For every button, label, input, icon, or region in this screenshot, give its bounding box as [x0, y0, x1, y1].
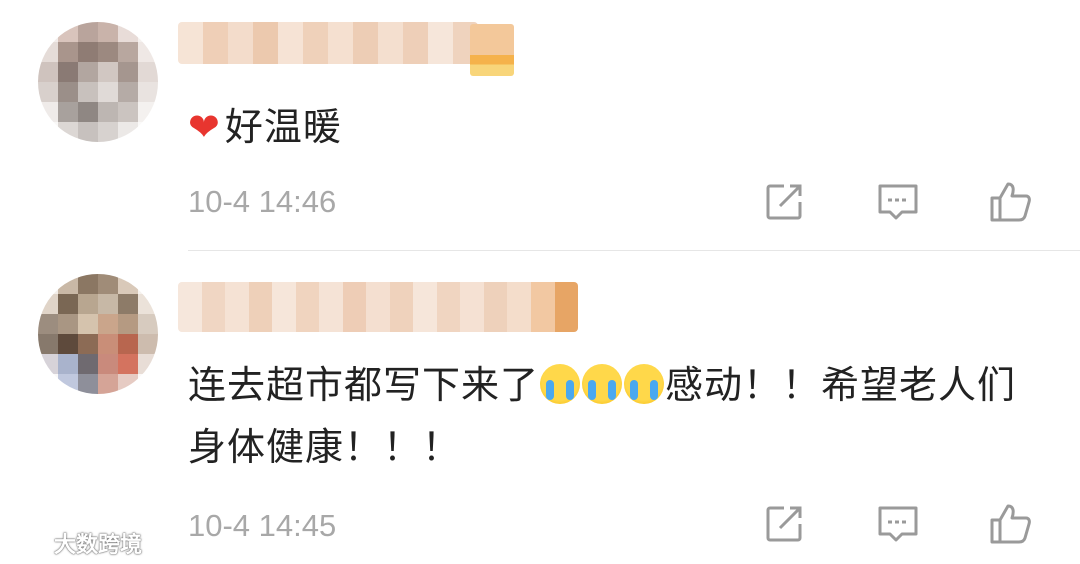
comment-item: ❤ 好温暖 10-4 14:46: [0, 0, 1080, 251]
comment-text: ❤ 好温暖: [188, 96, 342, 158]
watermark-text: 大数跨境: [54, 533, 143, 558]
level-badge-icon: [470, 24, 514, 76]
comment-timestamp: 10-4 14:45: [188, 508, 337, 543]
comment-item: 连去超市都写下来了 感动！！希望老人们身体健康！！！ 10-4 14:45: [0, 252, 1080, 564]
crying-emoji-icon: [540, 364, 581, 404]
watermark-logo-icon: [10, 530, 46, 554]
like-button[interactable]: [988, 180, 1032, 224]
avatar[interactable]: [38, 22, 158, 142]
like-button[interactable]: [988, 502, 1032, 546]
reply-icon: [878, 506, 918, 542]
username-pixelated[interactable]: [178, 282, 578, 332]
reply-icon: [878, 184, 918, 220]
share-button[interactable]: [762, 180, 806, 224]
heart-icon: ❤: [188, 105, 221, 149]
crying-emoji-icon: [624, 364, 665, 404]
comment-text: 连去超市都写下来了 感动！！希望老人们身体健康！！！: [188, 363, 1017, 469]
share-icon: [766, 506, 802, 542]
comment-timestamp: 10-4 14:46: [188, 184, 337, 219]
username-pixelated[interactable]: [178, 22, 478, 64]
reply-button[interactable]: [876, 180, 920, 224]
thumbs-up-icon: [990, 182, 1031, 222]
thumbs-up-icon: [990, 504, 1031, 544]
share-icon: [766, 184, 802, 220]
crying-emoji-icon: [582, 364, 623, 404]
watermark: 大数跨境: [8, 526, 142, 560]
comment-divider: [188, 250, 1080, 251]
comment-list: ❤ 好温暖 10-4 14:46 连去超市都写下来了 感动！！希望老人们身体健康…: [0, 0, 1080, 564]
reply-button[interactable]: [876, 502, 920, 546]
share-button[interactable]: [762, 502, 806, 546]
avatar[interactable]: [38, 274, 158, 394]
